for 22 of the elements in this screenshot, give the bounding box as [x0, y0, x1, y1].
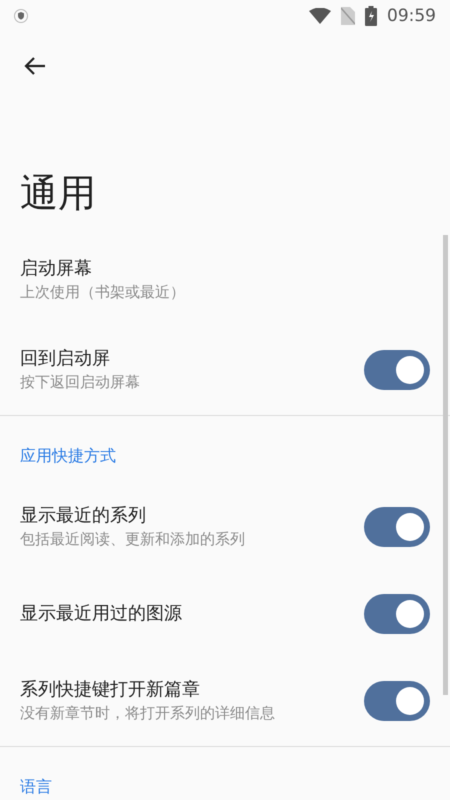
setting-title[interactable]: 回到启动屏: [20, 347, 364, 371]
shield-icon: [14, 9, 28, 23]
toggle-switch[interactable]: [364, 350, 430, 390]
back-arrow-icon: [24, 56, 46, 76]
setting-description: 按下返回启动屏幕: [20, 372, 141, 393]
setting-title[interactable]: 显示最近用过的图源: [20, 602, 364, 626]
section-header: 应用快捷方式: [20, 445, 116, 467]
setting-title[interactable]: 启动屏幕: [20, 257, 430, 281]
section-header: 语言: [20, 776, 52, 798]
toggle-switch[interactable]: [364, 507, 430, 547]
toggle-switch[interactable]: [364, 594, 430, 634]
status-time: 09:59: [387, 6, 436, 26]
setting-title[interactable]: 显示最近的系列: [20, 504, 364, 528]
setting-description: 上次使用（书架或最近）: [20, 282, 186, 303]
page-title: 通用: [20, 170, 96, 216]
setting-description: 没有新章节时，将打开系列的详细信息: [20, 703, 276, 724]
wifi-icon: [309, 8, 331, 24]
toggle-switch[interactable]: [364, 681, 430, 721]
setting-description: 包括最近阅读、更新和添加的系列: [20, 529, 246, 550]
battery-icon: [365, 6, 377, 26]
setting-title[interactable]: 系列快捷键打开新篇章: [20, 678, 364, 702]
no-sim-icon: [341, 7, 355, 25]
